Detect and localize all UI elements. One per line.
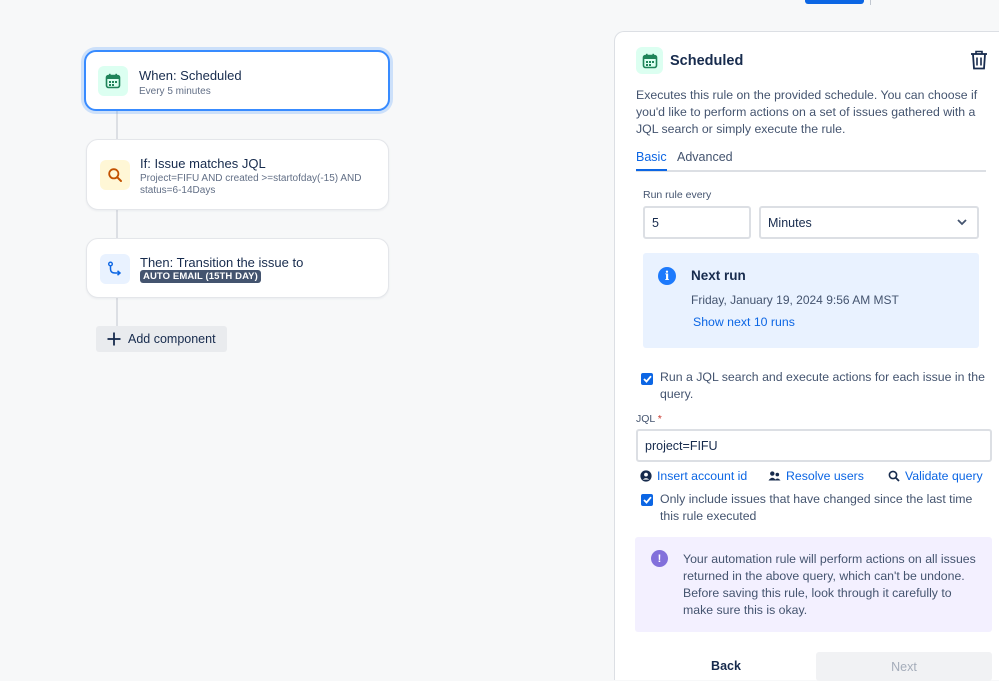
plus-icon <box>107 332 121 346</box>
next-run-title: Next run <box>691 268 746 283</box>
jql-search-checkbox[interactable] <box>641 373 653 385</box>
search-icon <box>888 470 900 482</box>
action-card[interactable]: Then: Transition the issue to AUTO EMAIL… <box>86 238 389 298</box>
interval-unit-select[interactable]: Minutes <box>759 206 979 239</box>
chevron-down-icon <box>957 219 967 226</box>
validate-query-link[interactable]: Validate query <box>888 469 983 483</box>
toolbar-active-indicator <box>805 0 864 4</box>
tab-list: Basic Advanced <box>636 150 986 172</box>
add-component-label: Add component <box>128 332 216 346</box>
info-icon: i <box>658 267 676 285</box>
condition-title: If: Issue matches JQL <box>140 156 266 171</box>
add-component-button[interactable]: Add component <box>96 326 227 352</box>
connector-line <box>116 297 118 327</box>
panel-description: Executes this rule on the provided sched… <box>636 88 978 136</box>
toolbar-divider <box>870 0 871 5</box>
show-next-runs-link[interactable]: Show next 10 runs <box>693 315 795 329</box>
status-lozenge: AUTO EMAIL (15TH DAY) <box>140 270 261 283</box>
run-rule-label: Run rule every <box>643 189 712 201</box>
insert-account-label: Insert account id <box>657 469 748 483</box>
person-icon <box>640 470 652 482</box>
tab-advanced[interactable]: Advanced <box>677 150 733 164</box>
rule-canvas: When: Scheduled Every 5 minutes If: Issu… <box>0 0 614 680</box>
panel-title: Scheduled <box>670 53 744 69</box>
condition-card[interactable]: If: Issue matches JQL Project=FIFU AND c… <box>86 139 389 210</box>
required-mark: * <box>657 413 662 425</box>
changed-issues-checkbox[interactable] <box>641 494 653 506</box>
jql-label: JQL * <box>636 413 662 425</box>
check-icon <box>642 496 652 504</box>
next-run-date: Friday, January 19, 2024 9:56 AM MST <box>691 293 899 307</box>
trash-icon[interactable] <box>967 48 991 72</box>
people-icon <box>768 471 781 481</box>
search-icon <box>100 160 130 190</box>
jql-input[interactable]: project=FIFU <box>636 429 992 462</box>
insert-account-link[interactable]: Insert account id <box>640 469 747 483</box>
action-title: Then: Transition the issue to <box>140 255 304 270</box>
validate-query-label: Validate query <box>905 469 983 483</box>
transition-icon <box>100 254 130 284</box>
interval-unit-value: Minutes <box>768 215 812 230</box>
connector-line <box>116 110 118 140</box>
jql-input-value: project=FIFU <box>645 438 718 453</box>
check-icon <box>642 375 652 383</box>
back-button[interactable]: Back <box>681 652 771 680</box>
trigger-card[interactable]: When: Scheduled Every 5 minutes <box>84 50 390 111</box>
config-panel: Scheduled Executes this rule on the prov… <box>614 31 999 681</box>
trigger-subtitle: Every 5 minutes <box>139 86 211 97</box>
changed-issues-checkbox-label: Only include issues that have changed si… <box>660 492 973 523</box>
resolve-users-link[interactable]: Resolve users <box>768 469 864 483</box>
trigger-title: When: Scheduled <box>139 68 242 83</box>
connector-line <box>116 209 118 239</box>
calendar-icon <box>636 47 663 74</box>
interval-input[interactable]: 5 <box>643 206 751 239</box>
jql-label-text: JQL <box>636 413 655 425</box>
exclamation-icon: ! <box>651 550 668 567</box>
calendar-icon <box>98 66 128 96</box>
warning-text: Your automation rule will perform action… <box>683 552 976 617</box>
warning-message: ! Your automation rule will perform acti… <box>635 537 992 632</box>
jql-search-checkbox-label: Run a JQL search and execute actions for… <box>660 370 985 401</box>
next-run-section: i Next run Friday, January 19, 2024 9:56… <box>643 253 979 348</box>
tab-basic[interactable]: Basic <box>636 150 667 171</box>
interval-value: 5 <box>652 215 659 230</box>
next-button[interactable]: Next <box>816 652 992 681</box>
resolve-users-label: Resolve users <box>786 469 864 483</box>
condition-subtitle: Project=FIFU AND created >=startofday(-1… <box>140 173 362 196</box>
